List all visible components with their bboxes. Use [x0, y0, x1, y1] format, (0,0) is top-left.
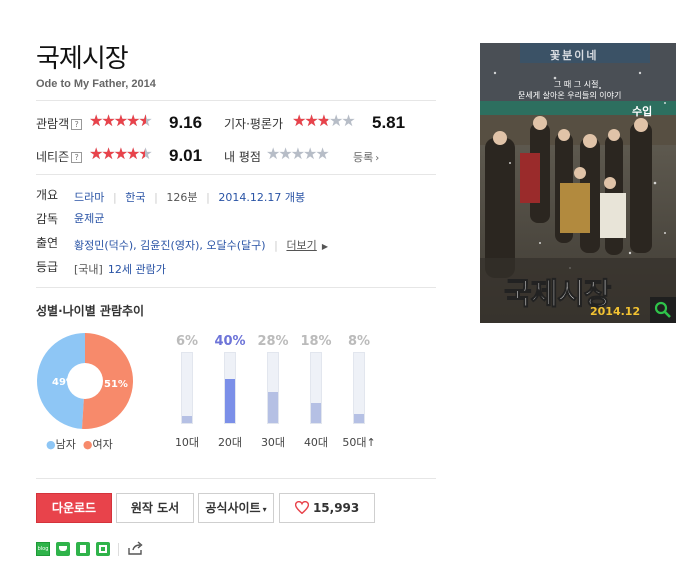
my-rating-label: 내 평점: [224, 150, 261, 164]
memo-share-icon[interactable]: [96, 542, 110, 556]
grade-values: [국내] 12세 관람가: [74, 258, 166, 277]
my-rating-stars[interactable]: ★★★★★: [266, 144, 330, 163]
original-book-button[interactable]: 원작 도서: [116, 493, 194, 523]
divider: [118, 543, 119, 556]
poster-shop-sign: 꽃분이네: [550, 49, 599, 62]
country-link[interactable]: 한국: [125, 191, 145, 204]
age-bar-fill: [268, 392, 278, 423]
stats-title: 성별·나이별 관람추이: [36, 304, 145, 318]
blog-share-icon[interactable]: blog: [36, 542, 50, 556]
page-title: 국제시장: [36, 44, 129, 74]
age-group-label: 20대: [217, 436, 243, 449]
critic-stars: ★★★★★★★★★★: [292, 111, 356, 130]
age-bar-track: [267, 352, 279, 424]
age-pct-label: 8%: [347, 334, 371, 349]
age-pct-label: 40%: [214, 334, 246, 349]
cafe-share-icon[interactable]: [56, 542, 70, 556]
like-button[interactable]: 15,993: [279, 493, 375, 523]
official-site-button[interactable]: 공식사이트 ▾: [198, 493, 274, 523]
heart-icon: [294, 500, 309, 515]
audience-score: 9.16: [169, 113, 203, 132]
download-button[interactable]: 다운로드: [36, 493, 112, 523]
critic-rating-label: 기자·평론가: [224, 117, 284, 131]
age-pct-label: 6%: [175, 334, 199, 349]
release-date[interactable]: 2014.12.17 개봉: [218, 191, 305, 204]
age-bar-fill: [225, 379, 235, 423]
divider: [36, 174, 436, 175]
age-bar-track: [181, 352, 193, 424]
age-bar-chart: 6% 10대 40% 20대 28% 30대 18% 40대 8% 50대↑: [167, 332, 407, 452]
netizen-stars: ★★★★★ ★★★★★: [89, 144, 153, 163]
triangle-right-icon: ▶: [321, 242, 329, 251]
movie-subtitle: Ode to My Father, 2014: [36, 78, 156, 90]
grade-prefix: [국내]: [74, 263, 103, 276]
age-bar-fill: [311, 403, 321, 423]
audience-rating-label: 관람객?: [36, 115, 83, 132]
pie-label-male: 49%: [52, 377, 76, 388]
poster-tagline-2: 굳세게 살아온 우리들의 이야기: [518, 91, 622, 100]
director-label: 감독: [36, 212, 59, 226]
help-icon[interactable]: ?: [71, 119, 83, 130]
legend-dot-male: ●: [46, 438, 56, 451]
chevron-right-icon: ›: [375, 153, 380, 164]
age-bar-track: [224, 352, 236, 424]
runtime: 126분: [166, 191, 198, 204]
age-bar-fill: [354, 414, 364, 423]
netizen-rating-label: 네티즌?: [36, 148, 83, 165]
movie-poster[interactable]: 꽃분이네 그 때 그 시절 굳세게 살아온 우리들의 이야기 수입 국제시장 2…: [480, 43, 676, 323]
cast-links[interactable]: 황정민(덕수), 김윤진(영자), 오달수(달구): [74, 239, 266, 252]
gender-legend: ●남자 ●여자: [46, 438, 113, 451]
share-icon[interactable]: [127, 541, 144, 556]
search-icon: [654, 301, 671, 318]
overview-values: 드라마 | 한국 | 126분 | 2014.12.17 개봉: [74, 191, 306, 204]
pie-label-female: 51%: [104, 379, 128, 390]
chevron-down-icon: ▾: [262, 505, 267, 514]
grade-link[interactable]: 12세 관람가: [108, 263, 166, 276]
age-pct-label: 28%: [257, 334, 289, 349]
genre-link[interactable]: 드라마: [74, 191, 104, 204]
netizen-score: 9.01: [169, 146, 203, 165]
age-group-label: 50대↑: [342, 436, 376, 449]
divider: [36, 478, 436, 479]
age-group-label: 30대: [260, 436, 286, 449]
age-bar-track: [353, 352, 365, 424]
poster-tagline-1: 그 때 그 시절: [554, 80, 599, 89]
gender-pie-chart: 49% 51%: [37, 333, 134, 429]
critic-score: 5.81: [372, 113, 406, 132]
age-group-label: 40대: [303, 436, 329, 449]
director-link[interactable]: 윤제균: [74, 210, 104, 226]
poster-date: 2014.12: [590, 305, 641, 318]
keep-share-icon[interactable]: [76, 542, 90, 556]
age-bar-track: [310, 352, 322, 424]
cast-label: 출연: [36, 236, 59, 250]
grade-label: 등급: [36, 260, 59, 274]
age-group-label: 10대: [174, 436, 200, 449]
poster-badge: 수입: [632, 105, 653, 118]
divider: [36, 100, 436, 101]
help-icon[interactable]: ?: [71, 152, 83, 163]
age-pct-label: 18%: [300, 334, 332, 349]
poster-zoom-button[interactable]: [650, 297, 676, 323]
rate-register-link[interactable]: 등록 ›: [353, 149, 379, 165]
age-bar-fill: [182, 416, 192, 423]
cast-values: 황정민(덕수), 김윤진(영자), 오달수(달구) | 더보기 ▶: [74, 239, 329, 252]
cast-more-link[interactable]: 더보기: [286, 239, 316, 252]
overview-label: 개요: [36, 188, 59, 202]
divider: [36, 287, 436, 288]
audience-stars: ★★★★★ ★★★★★: [89, 111, 153, 130]
